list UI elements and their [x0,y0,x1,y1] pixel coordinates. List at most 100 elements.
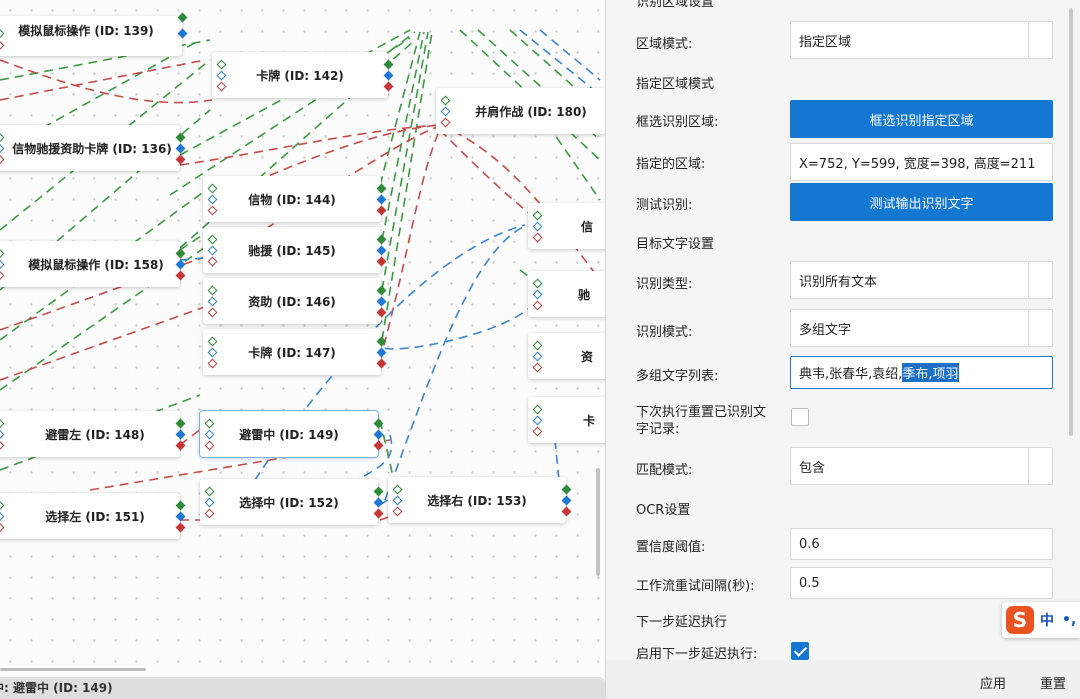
success-in-port[interactable] [207,285,218,296]
node-147[interactable]: 卡牌 (ID: 147) [203,329,387,375]
failure-in-port[interactable] [207,307,218,318]
node-142[interactable]: 卡牌 (ID: 142) [212,52,394,98]
default-in-port[interactable] [532,289,543,300]
enable-delay-checkbox[interactable] [791,642,809,660]
default-in-port[interactable] [532,351,543,362]
failure-in-port[interactable] [207,358,218,369]
failure-in-port[interactable] [532,232,543,243]
node-151[interactable]: 选择左 (ID: 151) [0,493,186,539]
region-mode-select[interactable]: 指定区域 [790,21,1053,59]
success-in-port[interactable] [440,95,451,106]
reset-record-checkbox[interactable] [791,408,809,426]
failure-in-port[interactable] [532,362,543,373]
default-in-port[interactable] [532,221,543,232]
node-180[interactable]: 并肩作战 (ID: 180) [436,88,605,134]
node-139[interactable]: 模拟鼠标操作 (ID: 139) [0,12,188,56]
dropdown-button[interactable] [1028,310,1052,346]
node-144[interactable]: 信物 (ID: 144) [203,176,387,222]
node-right-4[interactable]: 卡 [528,397,605,443]
node-146[interactable]: 资助 (ID: 146) [203,278,387,324]
default-in-port[interactable] [207,347,218,358]
success-in-port[interactable] [532,340,543,351]
node-right-3[interactable]: 资 [528,333,605,379]
default-in-port[interactable] [440,106,451,117]
failure-in-port[interactable] [0,522,5,533]
node-right-1[interactable]: 信 [528,203,605,249]
test-recognition-button[interactable]: 测试输出识别文字 [790,183,1053,221]
success-in-port[interactable] [0,28,5,39]
dropdown-button[interactable] [1028,448,1052,484]
match-mode-select[interactable]: 包含 [790,447,1053,485]
failure-in-port[interactable] [204,440,215,451]
canvas-vertical-scrollbar[interactable] [596,468,600,576]
recog-mode-select[interactable]: 多组文字 [790,309,1053,347]
workflow-canvas[interactable]: 模拟鼠标操作 (ID: 139) 卡牌 (ID: 142) 并肩作战 (ID: … [0,0,605,699]
success-in-port[interactable] [532,278,543,289]
test-label: 测试识别: [636,198,693,213]
failure-in-port[interactable] [207,205,218,216]
success-in-port[interactable] [532,404,543,415]
success-in-port[interactable] [204,486,215,497]
dropdown-button[interactable] [1028,262,1052,298]
failure-in-port[interactable] [207,256,218,267]
default-in-port[interactable] [0,511,5,522]
default-in-port[interactable] [0,143,5,154]
node-label: 避雷中 (ID: 149) [239,427,339,442]
failure-in-port[interactable] [532,300,543,311]
default-in-port[interactable] [0,259,5,270]
panel-vertical-scrollbar[interactable] [1069,8,1073,436]
reset-button[interactable]: 重置 [1024,664,1080,699]
success-in-port[interactable] [0,500,5,511]
multi-text-input[interactable]: 典韦,张春华,袁绍, 季布,项羽 [790,356,1053,389]
success-in-port[interactable] [0,418,5,429]
default-in-port[interactable] [204,497,215,508]
failure-in-port[interactable] [532,426,543,437]
success-in-port[interactable] [207,336,218,347]
default-in-port[interactable] [207,245,218,256]
node-label: 模拟鼠标操作 (ID: 158) [28,257,164,272]
node-148[interactable]: 避雷左 (ID: 148) [0,411,186,457]
default-in-port[interactable] [207,194,218,205]
default-in-port[interactable] [532,415,543,426]
failure-in-port[interactable] [392,506,403,517]
node-149[interactable]: 避雷中 (ID: 149) [200,411,384,457]
node-right-2[interactable]: 驰 [528,271,605,317]
specified-region-field[interactable]: X=752, Y=599, 宽度=398, 高度=211 [790,143,1053,181]
success-in-port[interactable] [0,132,5,143]
node-136[interactable]: 信物驰援资助卡牌 (ID: 136) [0,125,186,171]
default-in-port[interactable] [216,70,227,81]
recog-type-select[interactable]: 识别所有文本 [790,261,1053,299]
node-153[interactable]: 选择右 (ID: 153) [388,477,572,523]
default-in-port[interactable] [392,495,403,506]
dropdown-button[interactable] [1028,22,1052,58]
node-158[interactable]: 模拟鼠标操作 (ID: 158) [0,241,186,287]
success-in-port[interactable] [207,234,218,245]
ime-mode-indicator[interactable]: 中 [1040,610,1054,630]
default-in-port[interactable] [0,429,5,440]
canvas-horizontal-scrollbar[interactable] [0,668,146,671]
success-in-port[interactable] [392,484,403,495]
failure-in-port[interactable] [216,81,227,92]
select-region-button[interactable]: 框选识别指定区域 [790,100,1053,138]
failure-in-port[interactable] [0,270,5,281]
success-in-port[interactable] [204,418,215,429]
success-in-port[interactable] [0,248,5,259]
apply-button[interactable]: 应用 [964,664,1022,699]
default-in-port[interactable] [207,296,218,307]
node-152[interactable]: 选择中 (ID: 152) [200,479,384,525]
node-145[interactable]: 驰援 (ID: 145) [203,227,387,273]
failure-in-port[interactable] [440,117,451,128]
failure-in-port[interactable] [204,508,215,519]
failure-in-port[interactable] [0,440,5,451]
confidence-input[interactable]: 0.6 [790,528,1053,560]
success-in-port[interactable] [532,210,543,221]
failure-in-port[interactable] [0,40,5,51]
success-in-port[interactable] [216,59,227,70]
ime-punctuation-indicator[interactable]: •, [1062,612,1076,628]
default-in-port[interactable] [204,429,215,440]
ime-toolbar[interactable]: S 中 •, [1002,602,1080,638]
node-label: 选择右 (ID: 153) [427,493,527,508]
failure-in-port[interactable] [0,154,5,165]
retry-interval-input[interactable]: 0.5 [790,567,1053,599]
success-in-port[interactable] [207,183,218,194]
